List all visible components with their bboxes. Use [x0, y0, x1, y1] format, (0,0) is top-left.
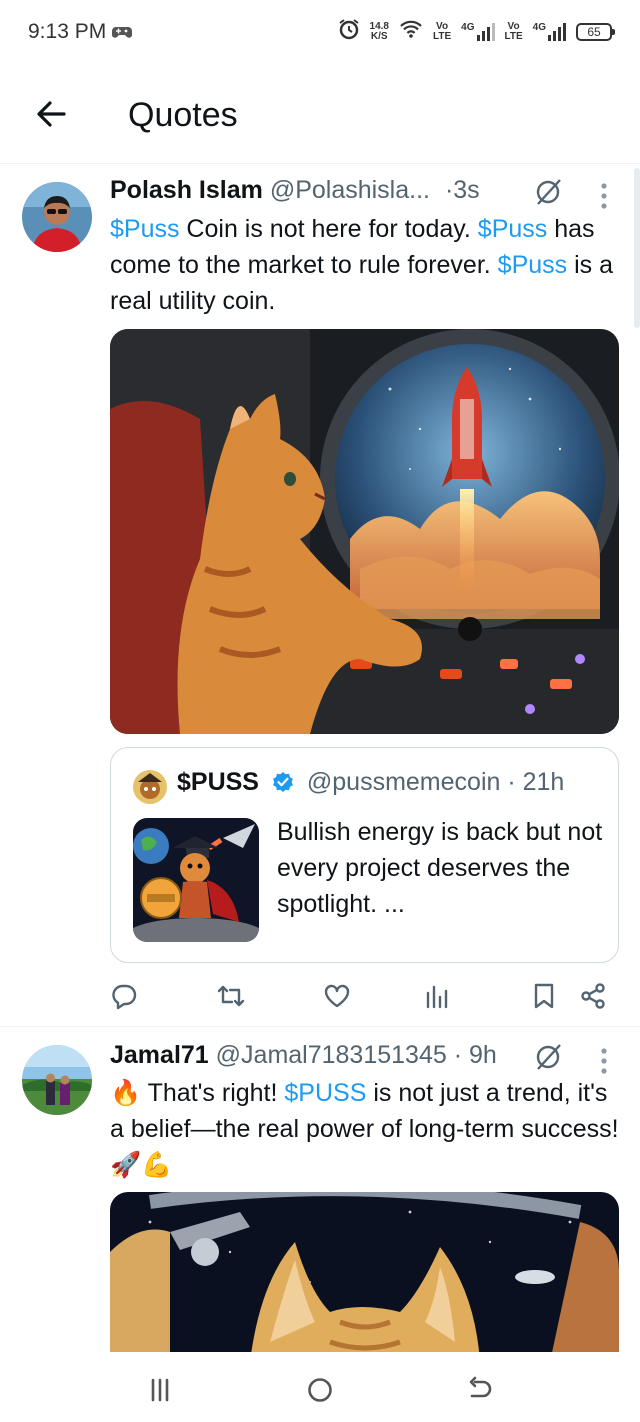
sim2-bottom: LTE [504, 30, 523, 42]
tweet-actions [110, 976, 610, 1016]
home-icon[interactable] [300, 1370, 340, 1410]
author-name[interactable]: Jamal71 [110, 1041, 209, 1069]
status-bar: 9:13 PM 14.8 K/S Vo LTE 4G Vo LTE 4G 65 [0, 0, 640, 64]
tweet-text-part: Coin is not here for today. [179, 215, 478, 243]
tweet[interactable]: Polash Islam @Polashisla... ·3s $Puss Co… [0, 164, 640, 1026]
tweet-text: 🔥 That's right! $PUSS is not just a tren… [110, 1075, 620, 1183]
page-title: Quotes [128, 96, 238, 134]
like-icon[interactable] [317, 976, 357, 1016]
tweet-text: $Puss Coin is not here for today. $Puss … [110, 211, 620, 319]
tweet-header: Jamal71 @Jamal7183151345 · 9h [110, 1041, 497, 1070]
quote-avatar[interactable] [133, 770, 167, 804]
system-nav-bar [0, 1352, 640, 1422]
sim1-signal: 4G [461, 21, 495, 41]
author-handle[interactable]: @Jamal7183151345 · 9h [216, 1041, 497, 1069]
tweet[interactable]: Jamal71 @Jamal7183151345 · 9h 🔥 That's r… [0, 1027, 640, 1362]
cashtag-link[interactable]: $Puss [498, 251, 567, 279]
avatar[interactable] [22, 182, 92, 252]
grok-icon[interactable] [534, 178, 562, 211]
quote-header: $PUSS @pussmemecoin · 21h [177, 768, 564, 800]
tweet-image[interactable] [110, 329, 619, 734]
retweet-icon[interactable] [211, 976, 251, 1016]
reply-icon[interactable] [104, 976, 144, 1016]
net-speed-unit: K/S [370, 30, 388, 42]
cashtag-link[interactable]: $PUSS [284, 1079, 366, 1107]
quote-author-name[interactable]: $PUSS [177, 768, 259, 796]
sim2-label: Vo LTE [504, 20, 523, 42]
quoted-tweet-card[interactable]: $PUSS @pussmemecoin · 21h Bullish energy… [110, 747, 619, 963]
avatar[interactable] [22, 1045, 92, 1115]
sim1-bottom: LTE [433, 30, 452, 42]
back-icon[interactable] [460, 1370, 500, 1410]
sim2-signal: 4G [532, 21, 566, 41]
quote-image[interactable] [133, 818, 259, 942]
sim1-gen: 4G [461, 21, 475, 33]
sim1-label: Vo LTE [433, 20, 452, 42]
author-name[interactable]: Polash Islam [110, 176, 263, 204]
share-icon[interactable] [573, 976, 613, 1016]
signal-icon [548, 22, 566, 41]
grok-icon[interactable] [534, 1043, 562, 1076]
status-time: 9:13 PM [28, 20, 107, 43]
author-handle[interactable]: @Polashisla... [270, 176, 430, 204]
tweet-time: ·3s [444, 176, 480, 204]
cashtag-link[interactable]: $Puss [110, 215, 179, 243]
sim2-top: Vo [507, 20, 520, 32]
recent-apps-icon[interactable] [140, 1370, 180, 1410]
bookmark-icon[interactable] [524, 976, 564, 1016]
net-speed: 14.8 K/S [369, 20, 389, 42]
wifi-icon [399, 19, 423, 44]
back-arrow-icon[interactable] [32, 94, 72, 134]
cashtag-link[interactable]: $Puss [478, 215, 547, 243]
top-app-bar: Quotes [0, 64, 640, 164]
tweet-text-part: 🔥 That's right! [110, 1079, 285, 1107]
quote-text: Bullish energy is back but not every pro… [277, 818, 603, 918]
sim2-gen: 4G [532, 21, 546, 33]
battery-icon: 65 [576, 22, 615, 41]
verified-badge-icon [272, 771, 294, 800]
views-icon[interactable] [417, 976, 457, 1016]
signal-icon [476, 22, 495, 41]
tweet-image[interactable] [110, 1192, 619, 1362]
sim1-top: Vo [436, 20, 449, 32]
gamepad-icon [112, 24, 132, 45]
tweet-header: Polash Islam @Polashisla... ·3s [110, 176, 480, 205]
alarm-icon [338, 18, 360, 45]
quote-author-handle[interactable]: @pussmemecoin · 21h [307, 768, 564, 796]
net-speed-value: 14.8 [369, 20, 389, 32]
